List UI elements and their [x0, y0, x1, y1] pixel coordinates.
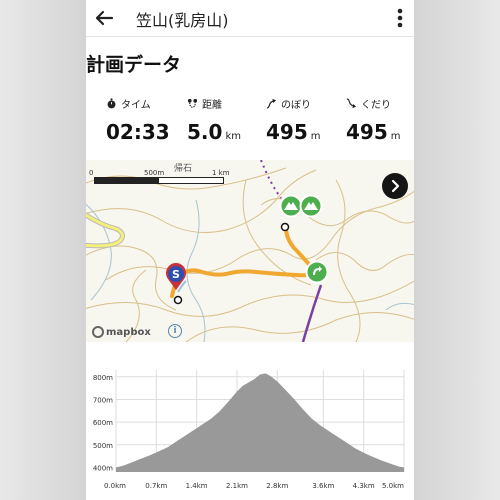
- y-tick-label: 600m: [93, 419, 113, 427]
- x-tick-label: 3.6km: [312, 482, 334, 490]
- scale-label-0: 0: [89, 169, 94, 177]
- stat-unit-ascent: m: [310, 131, 321, 142]
- x-tick-label: 0.0km: [104, 482, 126, 490]
- mapbox-attribution[interactable]: mapbox: [92, 326, 151, 338]
- chevron-right-icon: [391, 179, 400, 193]
- map-terrain: [86, 160, 414, 342]
- stat-value-descent: 495: [346, 120, 388, 144]
- stat-time: タイム 02:33: [106, 96, 170, 144]
- x-tick-label: 4.3km: [353, 482, 375, 490]
- stat-label-descent: くだり: [361, 100, 391, 111]
- route-map[interactable]: 0 500m 1 km 帰石 S mapbox i: [86, 160, 414, 342]
- background-left: [0, 0, 86, 500]
- scale-label-1km: 1 km: [212, 169, 230, 177]
- stat-value-time: 02:33: [106, 120, 170, 144]
- stat-ascent: のぼり 495 m: [266, 96, 321, 144]
- start-marker-label: S: [172, 268, 180, 281]
- background-right: [414, 0, 500, 500]
- stat-label-time: タイム: [121, 100, 151, 111]
- x-tick-label: 2.1km: [226, 482, 248, 490]
- stat-descent: くだり 495 m: [346, 96, 401, 144]
- stat-distance: 距離 5.0 km: [187, 96, 241, 144]
- stat-label-distance: 距離: [202, 100, 222, 111]
- mapbox-label: mapbox: [106, 326, 151, 338]
- app-screen: 笠山(乳房山) 計画データ タイム 02:33 距離 5.0 km のぼり 495…: [86, 0, 414, 500]
- x-tick-label: 2.8km: [266, 482, 288, 490]
- back-arrow-icon[interactable]: [92, 6, 116, 30]
- stat-label-ascent: のぼり: [281, 100, 311, 111]
- mapbox-logo-icon: [92, 326, 104, 338]
- descent-arrow-icon: [346, 98, 357, 109]
- ascent-arrow-icon: [266, 98, 277, 109]
- x-tick-label: 0.7km: [145, 482, 167, 490]
- route-return-icon[interactable]: [305, 260, 329, 284]
- y-tick-label: 800m: [93, 374, 113, 382]
- stat-value-distance: 5.0: [187, 120, 223, 144]
- stat-unit-descent: m: [390, 131, 401, 142]
- stopwatch-icon: [107, 98, 116, 109]
- plan-data-heading: 計画データ: [86, 54, 182, 76]
- map-scale-bar: [94, 177, 224, 184]
- map-next-button[interactable]: [382, 173, 408, 199]
- y-tick-label: 400m: [93, 464, 113, 472]
- more-options-icon[interactable]: [390, 6, 410, 30]
- mountain-peak-icon[interactable]: [279, 194, 329, 218]
- elevation-chart: 800m 700m 600m 500m 400m 0.0km 0.7km 1.4km 2.1k…: [93, 370, 405, 490]
- route-distance-icon: [187, 98, 198, 108]
- app-bar: 笠山(乳房山): [86, 0, 414, 37]
- page-title: 笠山(乳房山): [136, 11, 229, 30]
- stat-value-ascent: 495: [266, 120, 308, 144]
- info-icon[interactable]: i: [168, 324, 182, 338]
- start-marker-icon[interactable]: S: [164, 262, 188, 292]
- elevation-area: [116, 373, 404, 472]
- map-place-label: 帰石: [174, 164, 193, 174]
- stat-unit-distance: km: [225, 131, 241, 142]
- x-tick-label: 1.4km: [186, 482, 208, 490]
- y-tick-label: 500m: [93, 442, 113, 450]
- scale-label-500m: 500m: [144, 169, 165, 177]
- y-tick-label: 700m: [93, 396, 113, 404]
- x-tick-label: 5.0km: [382, 482, 404, 490]
- chart-x-labels: 0.0km 0.7km 1.4km 2.1km 2.8km 3.6km 4.3km 5.0km: [104, 482, 404, 490]
- chart-y-labels: 800m 700m 600m 500m 400m: [93, 374, 113, 473]
